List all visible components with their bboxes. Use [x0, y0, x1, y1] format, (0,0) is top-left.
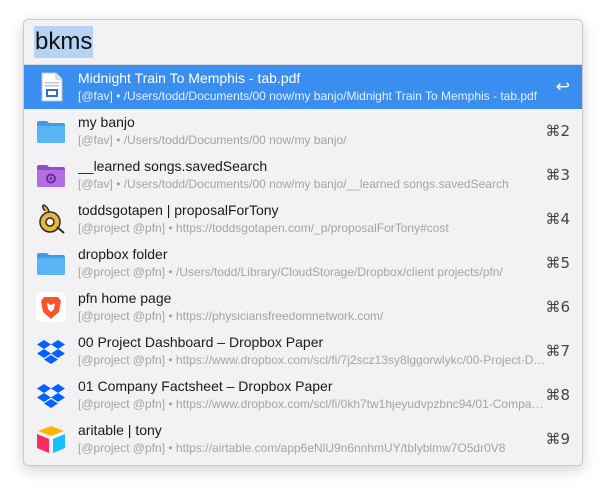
shortcut-label: ⌘8 [545, 386, 570, 404]
search-input[interactable]: bkms [34, 26, 94, 58]
return-key-icon: ↩ [555, 77, 570, 97]
result-title: 00 Project Dashboard – Dropbox Paper [78, 334, 324, 350]
dropbox-icon [35, 379, 67, 411]
result-row-4[interactable]: toddsgotapen | proposalForTony [@project… [24, 197, 582, 241]
result-subtitle: [@project @pfn] • https://www.dropbox.co… [78, 353, 546, 367]
result-row-2[interactable]: my banjo [@fav] • /Users/todd/Documents/… [24, 109, 582, 153]
result-subtitle: [@fav] • /Users/todd/Documents/00 now/my… [78, 177, 509, 191]
result-subtitle: [@project @pfn] • https://physiciansfree… [78, 309, 384, 323]
result-row-7[interactable]: 00 Project Dashboard – Dropbox Paper [@p… [24, 329, 582, 373]
result-row-9[interactable]: aritable | tony [@project @pfn] • https:… [24, 417, 582, 461]
result-subtitle: [@project @pfn] • https://airtable.com/a… [78, 441, 506, 455]
result-title: 01 Company Factsheet – Dropbox Paper [78, 378, 333, 394]
folder-icon [35, 115, 67, 147]
result-title: Midnight Train To Memphis - tab.pdf [78, 70, 301, 86]
result-row-6[interactable]: pfn home page [@project @pfn] • https://… [24, 285, 582, 329]
smart-folder-icon [35, 159, 67, 191]
launcher-panel: bkms Midnight Train To Memphis - tab.pdf… [23, 19, 583, 466]
dropbox-icon [35, 335, 67, 367]
tape-logo-icon [35, 203, 67, 235]
shortcut-label: ⌘7 [545, 342, 570, 360]
shortcut-label: ⌘5 [545, 254, 570, 272]
shortcut-label: ⌘9 [545, 430, 570, 448]
result-title: pfn home page [78, 290, 172, 306]
folder-icon [35, 247, 67, 279]
search-bar[interactable]: bkms [24, 20, 582, 65]
result-title: my banjo [78, 114, 135, 130]
results-list: Midnight Train To Memphis - tab.pdf [@fa… [24, 65, 582, 461]
result-row-3[interactable]: __learned songs.savedSearch [@fav] • /Us… [24, 153, 582, 197]
shortcut-label: ⌘4 [545, 210, 570, 228]
shortcut-label: ⌘3 [545, 166, 570, 184]
result-title: toddsgotapen | proposalForTony [78, 202, 279, 218]
result-row-1[interactable]: Midnight Train To Memphis - tab.pdf [@fa… [24, 65, 582, 109]
result-title: dropbox folder [78, 246, 168, 262]
result-title: __learned songs.savedSearch [78, 158, 268, 174]
result-row-8[interactable]: 01 Company Factsheet – Dropbox Paper [@p… [24, 373, 582, 417]
result-row-5[interactable]: dropbox folder [@project @pfn] • /Users/… [24, 241, 582, 285]
result-title: aritable | tony [78, 422, 162, 438]
result-subtitle: [@fav] • /Users/todd/Documents/00 now/my… [78, 89, 538, 103]
pdf-document-icon [35, 71, 67, 103]
result-subtitle: [@fav] • /Users/todd/Documents/00 now/my… [78, 133, 347, 147]
shortcut-label: ⌘6 [545, 298, 570, 316]
result-subtitle: [@project @pfn] • https://toddsgotapen.c… [78, 221, 449, 235]
result-subtitle: [@project @pfn] • https://www.dropbox.co… [78, 397, 546, 411]
shortcut-label: ⌘2 [545, 122, 570, 140]
brave-lion-icon [35, 291, 67, 323]
airtable-icon [35, 423, 67, 455]
result-subtitle: [@project @pfn] • /Users/todd/Library/Cl… [78, 265, 503, 279]
